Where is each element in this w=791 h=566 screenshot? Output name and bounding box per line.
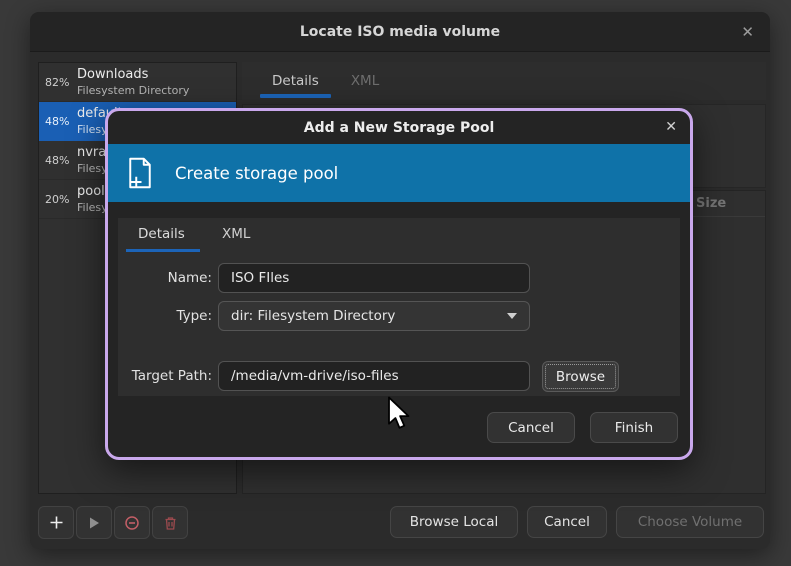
dialog-close-icon[interactable]: ✕ <box>665 111 677 144</box>
column-header-size: Size <box>696 196 726 211</box>
type-label: Type: <box>118 301 212 331</box>
type-dropdown[interactable]: dir: Filesystem Directory <box>218 301 530 331</box>
pool-name: Downloads <box>77 67 189 83</box>
pool-usage-percent: 48% <box>45 154 77 167</box>
add-pool-button[interactable] <box>38 506 74 539</box>
pool-detail-tabbar: Details XML <box>242 62 766 100</box>
play-icon <box>87 516 101 530</box>
dialog-form-panel: Details XML Name: Type: dir: Filesystem … <box>118 218 680 396</box>
pool-type: Filesystem Directory <box>77 84 189 97</box>
dialog-finish-button[interactable]: Finish <box>590 412 678 443</box>
add-storage-pool-dialog: Add a New Storage Pool ✕ Create storage … <box>105 108 693 460</box>
window-titlebar[interactable]: Locate ISO media volume ✕ <box>30 12 770 52</box>
name-label: Name: <box>118 263 212 293</box>
new-document-icon <box>122 155 158 191</box>
target-path-field[interactable] <box>218 361 530 391</box>
dialog-tab-details[interactable]: Details <box>138 226 185 242</box>
name-field[interactable] <box>218 263 530 293</box>
chevron-down-icon <box>507 313 517 319</box>
start-pool-button[interactable] <box>76 506 112 539</box>
window-title: Locate ISO media volume <box>300 24 500 40</box>
dialog-title: Add a New Storage Pool <box>304 120 495 136</box>
dialog-banner: Create storage pool <box>108 144 690 202</box>
stop-pool-button[interactable] <box>114 506 150 539</box>
dialog-cancel-button[interactable]: Cancel <box>487 412 575 443</box>
pool-usage-percent: 20% <box>45 193 77 206</box>
dialog-titlebar[interactable]: Add a New Storage Pool ✕ <box>108 111 690 144</box>
target-path-label: Target Path: <box>118 361 212 391</box>
pool-usage-percent: 82% <box>45 76 77 89</box>
footer-buttons: Browse Local Cancel Choose Volume <box>390 506 764 538</box>
delete-pool-button[interactable] <box>152 506 188 539</box>
type-dropdown-value: dir: Filesystem Directory <box>231 308 395 324</box>
pool-list-item[interactable]: 82% Downloads Filesystem Directory <box>39 63 236 102</box>
close-icon[interactable]: ✕ <box>741 12 754 52</box>
dialog-tab-xml[interactable]: XML <box>222 226 250 242</box>
tab-details[interactable]: Details <box>256 62 335 100</box>
stop-circle-icon <box>124 515 140 531</box>
plus-icon <box>49 515 64 530</box>
browse-local-button[interactable]: Browse Local <box>390 506 518 538</box>
pool-toolbar <box>38 506 188 539</box>
tab-xml[interactable]: XML <box>335 62 395 100</box>
pool-usage-percent: 48% <box>45 115 77 128</box>
active-tab-underline <box>126 249 200 252</box>
browse-button[interactable]: Browse <box>542 361 619 392</box>
banner-title: Create storage pool <box>175 164 338 183</box>
trash-icon <box>163 515 178 531</box>
choose-volume-button: Choose Volume <box>616 506 764 538</box>
window-cancel-button[interactable]: Cancel <box>527 506 607 538</box>
